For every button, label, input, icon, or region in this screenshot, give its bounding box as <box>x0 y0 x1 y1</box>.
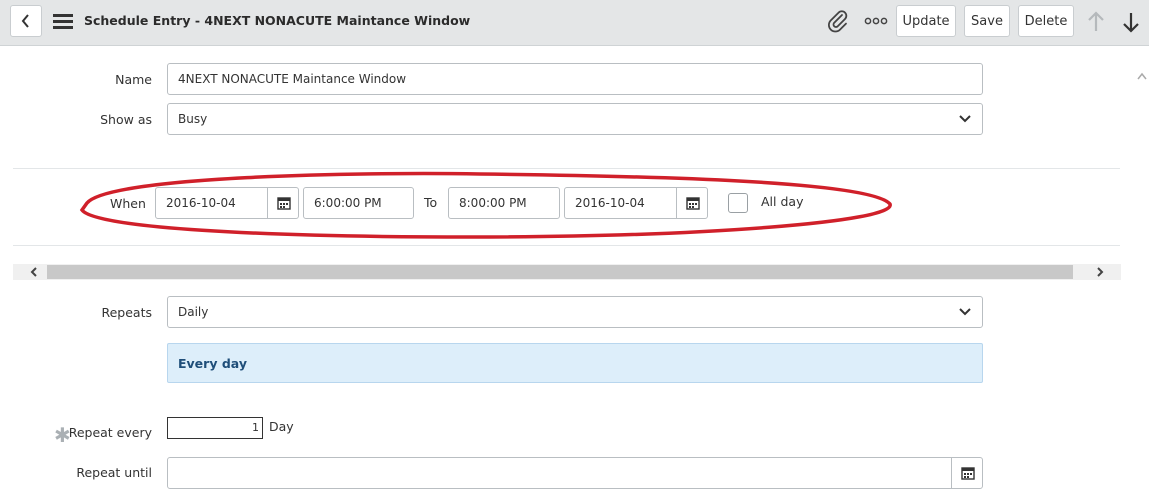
chevron-left-icon <box>21 14 29 28</box>
repeat-every-value: 1 <box>252 421 259 434</box>
end-time-field[interactable]: 8:00:00 PM <box>448 187 560 219</box>
scroll-left-icon[interactable] <box>29 267 39 277</box>
chevron-down-icon <box>959 115 971 123</box>
repeat-until-label: Repeat until <box>76 465 152 480</box>
repeat-every-label: Repeat every <box>68 425 152 440</box>
arrow-down-icon[interactable] <box>1121 10 1141 34</box>
horizontal-scrollbar[interactable] <box>13 264 1121 280</box>
update-button[interactable]: Update <box>896 5 956 37</box>
all-day-label: All day <box>761 194 804 209</box>
repeat-every-unit: Day <box>269 419 294 434</box>
name-field[interactable]: 4NEXT NONACUTE Maintance Window <box>167 63 983 95</box>
end-date-value: 2016-10-04 <box>575 196 645 210</box>
form-header: Schedule Entry - 4NEXT NONACUTE Maintanc… <box>0 0 1149 46</box>
repeat-every-input[interactable]: 1 <box>167 417 263 439</box>
start-date-calendar-button[interactable] <box>267 187 299 219</box>
when-label: When <box>110 196 146 211</box>
start-date-field[interactable]: 2016-10-04 <box>155 187 299 219</box>
name-label: Name <box>115 72 152 87</box>
hamburger-menu-icon[interactable] <box>52 12 74 30</box>
calendar-icon <box>685 197 700 210</box>
to-label: To <box>424 195 438 210</box>
section-divider <box>13 168 1120 169</box>
page-title: Schedule Entry - 4NEXT NONACUTE Maintanc… <box>84 13 471 28</box>
scrollbar-thumb[interactable] <box>47 265 1073 279</box>
section-divider <box>13 245 1120 246</box>
show-as-value: Busy <box>178 112 208 126</box>
start-time-field[interactable]: 6:00:00 PM <box>303 187 414 219</box>
start-time-value: 6:00:00 PM <box>314 196 382 210</box>
delete-button[interactable]: Delete <box>1018 5 1074 37</box>
calendar-icon <box>276 197 291 210</box>
repeat-until-calendar-button[interactable] <box>951 457 983 489</box>
calendar-icon <box>960 467 975 480</box>
more-options-icon[interactable] <box>864 13 888 29</box>
show-as-label: Show as <box>100 112 152 127</box>
scroll-right-icon[interactable] <box>1095 267 1105 277</box>
repeats-value: Daily <box>178 305 209 319</box>
start-date-value: 2016-10-04 <box>166 196 236 210</box>
end-date-calendar-button[interactable] <box>676 187 708 219</box>
end-time-value: 8:00:00 PM <box>459 196 527 210</box>
chevron-down-icon <box>959 308 971 316</box>
repeat-until-field[interactable] <box>167 457 983 489</box>
repeat-summary-text: Every day <box>178 356 247 371</box>
all-day-checkbox[interactable] <box>728 193 748 213</box>
save-button[interactable]: Save <box>964 5 1010 37</box>
name-value: 4NEXT NONACUTE Maintance Window <box>178 72 407 86</box>
scroll-up-icon[interactable] <box>1136 66 1148 80</box>
end-date-field[interactable]: 2016-10-04 <box>564 187 708 219</box>
repeats-select[interactable]: Daily <box>167 296 983 328</box>
show-as-select[interactable]: Busy <box>167 103 983 135</box>
back-button[interactable] <box>10 5 42 37</box>
paperclip-icon[interactable] <box>826 9 850 33</box>
arrow-up-icon[interactable] <box>1086 10 1106 34</box>
repeats-label: Repeats <box>101 305 152 320</box>
repeat-summary-box: Every day <box>167 343 983 383</box>
